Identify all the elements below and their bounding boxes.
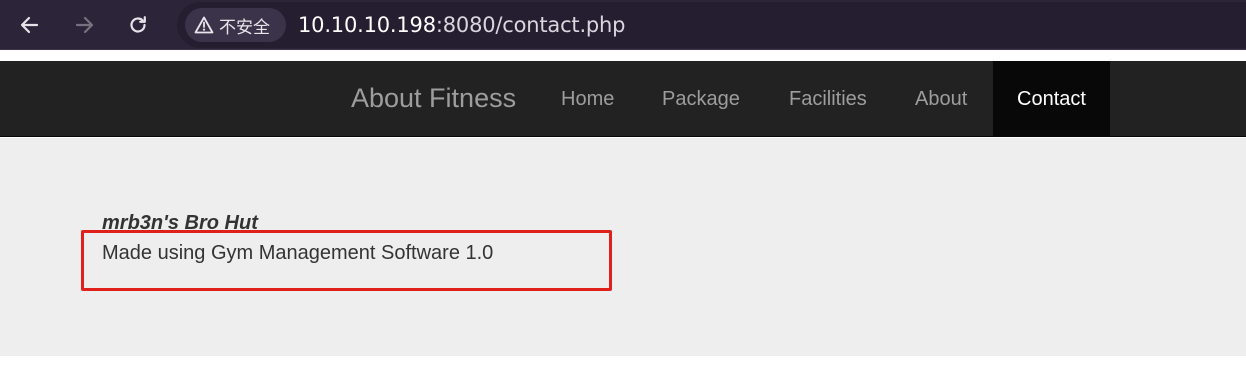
browser-toolbar: 不安全 10.10.10.198:8080/contact.php: [0, 0, 1246, 50]
url-host: 10.10.10.198: [298, 13, 436, 37]
nav-link-contact[interactable]: Contact: [993, 61, 1110, 137]
nav-link-package[interactable]: Package: [662, 61, 740, 137]
address-bar[interactable]: 不安全 10.10.10.198:8080/contact.php: [177, 2, 1246, 48]
url-text[interactable]: 10.10.10.198:8080/contact.php: [298, 13, 626, 37]
back-button[interactable]: [15, 10, 45, 40]
forward-button[interactable]: [69, 10, 99, 40]
security-label: 不安全: [219, 17, 270, 38]
reload-button[interactable]: [123, 10, 153, 40]
nav-link-about[interactable]: About: [915, 61, 967, 137]
content-panel: mrb3n's Bro Hut Made using Gym Managemen…: [0, 138, 1246, 356]
nav-link-facilities[interactable]: Facilities: [789, 61, 867, 137]
warning-triangle-icon: [194, 16, 214, 34]
security-indicator[interactable]: 不安全: [185, 8, 286, 42]
site-navbar: About Fitness Home Package Facilities Ab…: [0, 61, 1246, 137]
arrow-right-icon: [75, 16, 94, 34]
reload-icon: [130, 16, 146, 33]
arrow-left-icon: [20, 16, 39, 34]
nav-link-home[interactable]: Home: [561, 61, 614, 137]
highlight-annotation: [81, 230, 612, 291]
url-path: :8080/contact.php: [435, 13, 626, 37]
brand-link[interactable]: About Fitness: [351, 83, 516, 114]
